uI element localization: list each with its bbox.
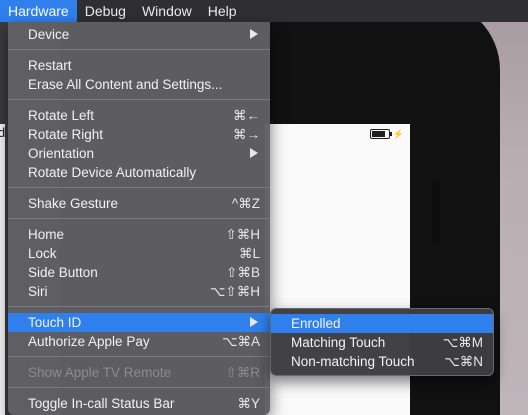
- menu-item-label: Erase All Content and Settings...: [28, 77, 223, 92]
- menu-item-restart[interactable]: Restart: [8, 56, 270, 75]
- menu-item-label: Rotate Device Automatically: [28, 165, 197, 180]
- submenu-arrow-icon: [250, 29, 258, 39]
- menu-item-side-button[interactable]: Side Button ⇧⌘B: [8, 263, 270, 282]
- submenu-arrow-icon: [250, 317, 258, 327]
- menu-item-label: Side Button: [28, 265, 98, 280]
- menu-item-authorize-apple-pay[interactable]: Authorize Apple Pay ⌥⌘A: [8, 332, 270, 351]
- menu-item-rotate-automatically[interactable]: Rotate Device Automatically: [8, 163, 270, 182]
- menu-item-home[interactable]: Home ⇧⌘H: [8, 225, 270, 244]
- left-edge-text: d: [0, 125, 6, 140]
- menu-item-show-apple-tv-remote: Show Apple TV Remote ⇧⌘R: [8, 363, 270, 382]
- menu-item-rotate-left[interactable]: Rotate Left ⌘←: [8, 106, 270, 125]
- battery-icon: [369, 129, 392, 139]
- menu-item-label: Authorize Apple Pay: [28, 334, 150, 349]
- menu-item-label: Rotate Right: [28, 127, 104, 142]
- menu-item-enrolled[interactable]: Enrolled: [271, 314, 493, 333]
- menu-item-orientation[interactable]: Orientation: [8, 144, 270, 163]
- menubar-hardware[interactable]: Hardware: [0, 0, 77, 22]
- menu-item-device[interactable]: Device: [8, 25, 270, 44]
- menu-bar: Hardware Debug Window Help: [0, 0, 528, 22]
- charging-bolt-icon: ⚡: [392, 129, 404, 139]
- menu-item-label: Rotate Left: [28, 108, 95, 123]
- menu-separator: [8, 187, 270, 188]
- battery-level: [371, 131, 385, 137]
- shortcut-label: ^⌘Z: [231, 196, 260, 211]
- menu-item-label: Home: [28, 227, 65, 242]
- menubar-help[interactable]: Help: [200, 0, 245, 22]
- menubar-window[interactable]: Window: [134, 0, 200, 22]
- menu-separator: [8, 49, 270, 50]
- menu-item-label: Non-matching Touch: [291, 354, 415, 369]
- menu-separator: [8, 218, 270, 219]
- menu-item-label: Lock: [28, 246, 57, 261]
- menu-item-label: Shake Gesture: [28, 196, 119, 211]
- menu-item-label: Matching Touch: [291, 335, 386, 350]
- shortcut-label: ⌘L: [238, 246, 260, 261]
- menu-item-shake-gesture[interactable]: Shake Gesture ^⌘Z: [8, 194, 270, 213]
- menu-item-label: Show Apple TV Remote: [28, 365, 172, 380]
- menu-item-label: Device: [28, 27, 70, 42]
- shortcut-label: ⇧⌘B: [226, 265, 260, 280]
- shortcut-label: ⌥⇧⌘H: [209, 284, 260, 299]
- phone-side-button[interactable]: [432, 183, 440, 241]
- menu-item-lock[interactable]: Lock ⌘L: [8, 244, 270, 263]
- menu-item-non-matching-touch[interactable]: Non-matching Touch ⌥⌘N: [271, 352, 493, 371]
- menu-separator: [8, 306, 270, 307]
- shortcut-label: ⌘←: [233, 108, 260, 123]
- shortcut-label: ⇧⌘R: [225, 365, 260, 380]
- menu-item-label: Restart: [28, 58, 72, 73]
- shortcut-label: ⌥⌘N: [444, 354, 483, 369]
- menu-separator: [8, 387, 270, 388]
- shortcut-label: ⌘Y: [237, 396, 260, 411]
- simulator-left-edge: [0, 124, 5, 415]
- menu-item-label: Toggle In-call Status Bar: [28, 396, 175, 411]
- menu-item-label: Orientation: [28, 146, 95, 161]
- menu-item-siri[interactable]: Siri ⌥⇧⌘H: [8, 282, 270, 301]
- shortcut-label: ⌘→: [233, 127, 260, 142]
- shortcut-label: ⌥⌘M: [442, 335, 483, 350]
- hardware-menu: Device Restart Erase All Content and Set…: [8, 22, 270, 415]
- menu-item-toggle-in-call-status-bar[interactable]: Toggle In-call Status Bar ⌘Y: [8, 394, 270, 413]
- touch-id-submenu: Enrolled Matching Touch ⌥⌘M Non-matching…: [270, 308, 494, 376]
- shortcut-label: ⇧⌘H: [225, 227, 260, 242]
- menubar-debug[interactable]: Debug: [77, 0, 134, 22]
- menu-item-rotate-right[interactable]: Rotate Right ⌘→: [8, 125, 270, 144]
- menu-item-erase-content[interactable]: Erase All Content and Settings...: [8, 75, 270, 94]
- menu-item-touch-id[interactable]: Touch ID: [8, 313, 270, 332]
- menu-item-label: Touch ID: [28, 315, 82, 330]
- submenu-arrow-icon: [250, 148, 258, 158]
- menu-item-label: Enrolled: [291, 316, 341, 331]
- menu-item-matching-touch[interactable]: Matching Touch ⌥⌘M: [271, 333, 493, 352]
- menu-separator: [8, 356, 270, 357]
- shortcut-label: ⌥⌘A: [221, 334, 260, 349]
- status-bar: ⚡: [369, 129, 404, 139]
- menu-separator: [8, 99, 270, 100]
- menu-item-label: Siri: [28, 284, 48, 299]
